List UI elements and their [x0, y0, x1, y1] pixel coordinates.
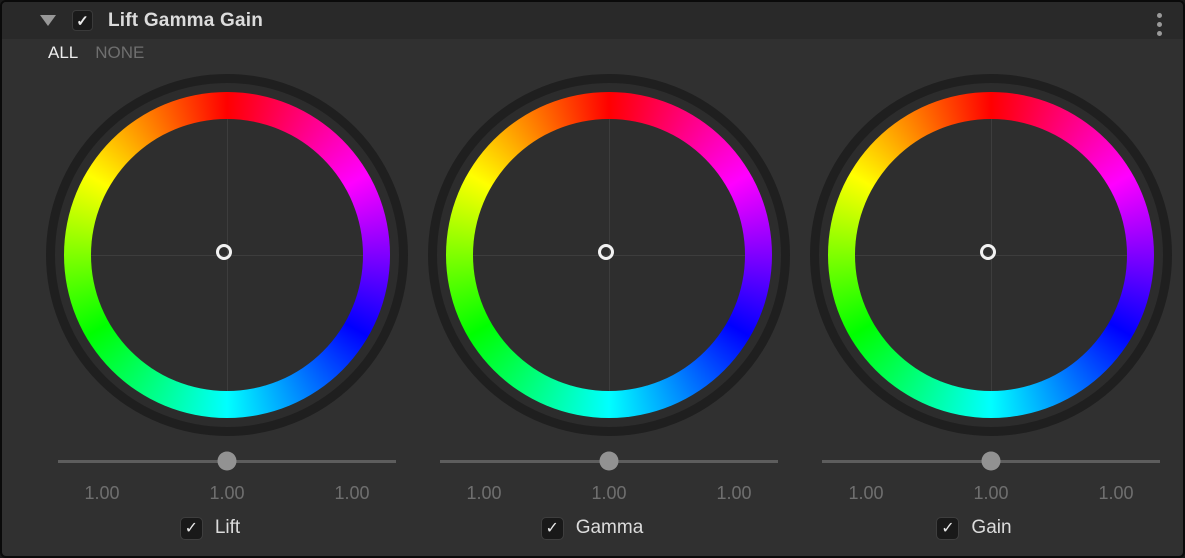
trackball-column-gamma: 1.00 1.00 1.00 ✓ Gamma [428, 74, 790, 540]
check-icon: ✓ [185, 518, 198, 538]
gain-checkbox[interactable]: ✓ [936, 517, 959, 540]
slider-thumb[interactable] [218, 452, 237, 471]
gamma-offset-slider[interactable] [440, 451, 778, 471]
slider-thumb[interactable] [600, 452, 619, 471]
lift-color-wheel[interactable] [46, 74, 408, 436]
value-label: 1.00 [306, 483, 398, 504]
wheel-point-indicator [980, 244, 996, 260]
gamma-check-row: ✓ Gamma [411, 516, 773, 540]
lift-values: 1.00 1.00 1.00 [46, 483, 408, 504]
lift-gamma-gain-panel: ✓ Lift Gamma Gain ALL NONE [0, 0, 1185, 558]
check-icon: ✓ [941, 518, 954, 538]
lift-check-row: ✓ Lift [29, 516, 391, 540]
gain-check-row: ✓ Gain [793, 516, 1155, 540]
value-label: 1.00 [945, 483, 1037, 504]
select-all-button[interactable]: ALL [48, 43, 78, 63]
gain-label: Gain [971, 517, 1011, 539]
value-label: 1.00 [1070, 483, 1162, 504]
value-label: 1.00 [820, 483, 912, 504]
value-label: 1.00 [438, 483, 530, 504]
lift-label: Lift [215, 517, 240, 539]
gamma-label: Gamma [576, 517, 644, 539]
select-none-button[interactable]: NONE [95, 43, 144, 63]
trackball-column-gain: 1.00 1.00 1.00 ✓ Gain [810, 74, 1172, 540]
trackballs-row: 1.00 1.00 1.00 ✓ Lift [2, 74, 1183, 540]
gamma-checkbox[interactable]: ✓ [541, 517, 564, 540]
value-label: 1.00 [688, 483, 780, 504]
gain-values: 1.00 1.00 1.00 [810, 483, 1172, 504]
value-label: 1.00 [56, 483, 148, 504]
gamma-color-wheel[interactable] [428, 74, 790, 436]
gain-offset-slider[interactable] [822, 451, 1160, 471]
panel-title: Lift Gamma Gain [108, 10, 263, 32]
trackball-column-lift: 1.00 1.00 1.00 ✓ Lift [46, 74, 408, 540]
lift-checkbox[interactable]: ✓ [180, 517, 203, 540]
gamma-values: 1.00 1.00 1.00 [428, 483, 790, 504]
kebab-menu-icon[interactable] [1157, 13, 1162, 36]
check-icon: ✓ [76, 12, 89, 30]
wheel-point-indicator [216, 244, 232, 260]
select-toolbar: ALL NONE [2, 39, 1183, 67]
check-icon: ✓ [546, 518, 559, 538]
panel-header: ✓ Lift Gamma Gain [2, 2, 1183, 39]
value-label: 1.00 [181, 483, 273, 504]
slider-thumb[interactable] [982, 452, 1001, 471]
value-label: 1.00 [563, 483, 655, 504]
lift-offset-slider[interactable] [58, 451, 396, 471]
foldout-triangle-icon[interactable] [40, 15, 56, 26]
gain-color-wheel[interactable] [810, 74, 1172, 436]
effect-enabled-checkbox[interactable]: ✓ [72, 10, 93, 31]
wheel-point-indicator [598, 244, 614, 260]
